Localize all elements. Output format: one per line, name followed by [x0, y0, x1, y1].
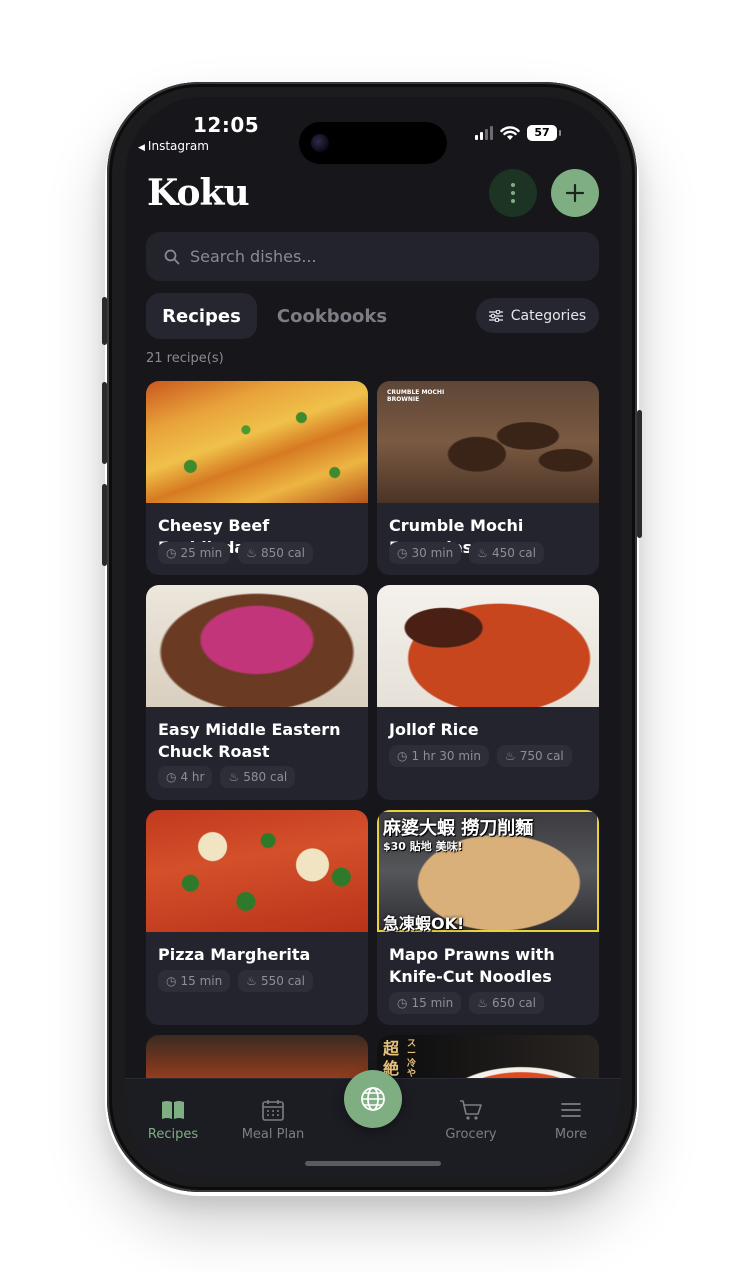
nav-more[interactable]: More: [526, 1099, 616, 1142]
book-icon: [162, 1101, 184, 1119]
status-icons: 57: [475, 124, 561, 142]
nav-label: Grocery: [445, 1127, 497, 1142]
flame-icon: ♨: [477, 546, 488, 560]
signal-icon: [475, 126, 493, 140]
categories-button[interactable]: Categories: [476, 298, 599, 333]
recipe-meta: ◷ 25 min ♨ 850 cal: [158, 542, 313, 564]
recipe-card[interactable]: CRUMBLE MOCHIBROWNIE Crumble Mochi Brown…: [377, 381, 599, 575]
image-caption: 急凍蝦OK!: [383, 914, 465, 933]
recipe-meta: ◷ 30 min ♨ 450 cal: [389, 542, 544, 564]
flame-icon: ♨: [505, 749, 516, 763]
flame-icon: ♨: [246, 974, 257, 988]
volume-up-button: [102, 382, 107, 464]
calendar-icon: [262, 1100, 284, 1121]
image-caption: 麻婆大蝦 撈刀削麵: [383, 818, 534, 839]
time-badge: ◷ 30 min: [389, 542, 462, 564]
battery-icon: 57: [527, 125, 561, 141]
recipe-image: CRUMBLE MOCHI BROWNIE: [377, 381, 599, 503]
recipe-title: Pizza Margherita: [158, 945, 311, 964]
recipe-image: 麻婆大蝦 撈刀削麵 $30 貼地 美味! 急凍蝦OK!: [377, 810, 599, 933]
recipe-meta: ◷ 15 min ♨ 650 cal: [389, 992, 544, 1014]
recipe-card[interactable]: Pizza Margherita ◷ 15 min ♨ 550 cal: [146, 810, 368, 1025]
camera-icon: [311, 134, 329, 152]
recipe-image: [146, 810, 368, 932]
time-badge: ◷ 4 hr: [158, 766, 213, 788]
clock-icon: ◷: [166, 974, 177, 988]
discover-button[interactable]: [344, 1070, 402, 1128]
back-app-label: Instagram: [147, 139, 209, 153]
nav-recipes[interactable]: Recipes: [128, 1099, 218, 1142]
calorie-badge: ♨ 750 cal: [497, 745, 572, 767]
globe-icon: [361, 1087, 385, 1111]
back-to-app-link[interactable]: ◀ Instagram: [138, 139, 209, 153]
recipe-image: [377, 585, 599, 707]
recipe-meta: ◷ 15 min ♨ 550 cal: [158, 970, 313, 992]
calorie-badge: ♨ 850 cal: [238, 542, 313, 564]
nav-grocery[interactable]: Grocery: [426, 1099, 516, 1142]
more-options-button[interactable]: [489, 169, 537, 217]
app-screen: 12:05 ◀Instagram 57 Koku Recipes C: [125, 97, 621, 1177]
calorie-badge: ♨ 450 cal: [469, 542, 544, 564]
recipe-count: 21 recipe(s): [146, 351, 224, 366]
wifi-icon: [500, 125, 520, 140]
cart-icon: [460, 1100, 482, 1120]
flame-icon: ♨: [228, 770, 240, 784]
tab-cookbooks[interactable]: Cookbooks: [267, 293, 397, 339]
time-badge: ◷ 1 hr 30 min: [389, 745, 489, 767]
calorie-badge: ♨ 550 cal: [238, 970, 313, 992]
menu-icon: [561, 1103, 581, 1117]
volume-down-button: [102, 484, 107, 566]
back-triangle-icon: ◀: [138, 143, 145, 153]
recipe-card[interactable]: Easy Middle Eastern Chuck Roast ◷ 4 hr ♨ 5…: [146, 585, 368, 800]
recipe-title: Jollof Rice: [389, 720, 479, 739]
tab-recipes[interactable]: Recipes: [146, 293, 257, 339]
clock-icon: ◷: [397, 546, 408, 560]
recipe-card[interactable]: 麻婆大蝦 撈刀削麵 $30 貼地 美味! 急凍蝦OK! Mapo Prawns …: [377, 810, 599, 1025]
recipe-title: Mapo Prawns with Knife-Cut Noodles: [389, 945, 555, 986]
status-time: 12:05: [193, 113, 260, 137]
calorie-badge: ♨ 580 cal: [220, 766, 296, 788]
flame-icon: ♨: [246, 546, 257, 560]
image-caption: $30 貼地 美味!: [383, 840, 463, 853]
app-title: Koku: [147, 172, 250, 214]
clock-icon: ◷: [166, 546, 177, 560]
image-caption: CRUMBLE MOCHI BROWNIE: [387, 389, 445, 403]
search-icon: [164, 249, 180, 264]
recipe-card[interactable]: Cheesy Beef Enchiladas ◷25 min ♨850 cal: [146, 381, 368, 575]
clock-icon: ◷: [397, 996, 408, 1010]
categories-label: Categories: [510, 307, 587, 324]
sliders-icon: [488, 309, 503, 322]
power-button: [637, 410, 642, 538]
clock-icon: ◷: [166, 770, 177, 784]
flame-icon: ♨: [477, 996, 488, 1010]
recipe-image: [146, 381, 368, 503]
time-badge: ◷ 15 min: [389, 992, 462, 1014]
clock-icon: ◷: [397, 749, 408, 763]
add-recipe-button[interactable]: [551, 169, 599, 217]
search-input[interactable]: [190, 247, 599, 266]
recipe-card[interactable]: Jollof Rice ◷ 1 hr 30 min ♨ 750 cal: [377, 585, 599, 800]
recipe-image: [146, 585, 368, 707]
home-indicator: [305, 1161, 441, 1166]
nav-label: More: [554, 1127, 588, 1142]
kebab-icon: [511, 183, 515, 203]
nav-label: Meal Plan: [241, 1127, 305, 1142]
time-badge: ◷ 25 min: [158, 542, 231, 564]
plus-icon: [565, 183, 585, 203]
recipe-meta: ◷ 1 hr 30 min ♨ 750 cal: [389, 745, 572, 767]
calorie-badge: ♨ 650 cal: [469, 992, 544, 1014]
action-button: [102, 297, 107, 345]
nav-label: Recipes: [147, 1127, 199, 1142]
dynamic-island: [299, 122, 447, 164]
recipe-title: Easy Middle Eastern Chuck Roast: [158, 720, 341, 761]
time-badge: ◷ 15 min: [158, 970, 231, 992]
search-bar[interactable]: [146, 232, 599, 281]
recipe-meta: ◷ 4 hr ♨ 580 cal: [158, 766, 296, 788]
nav-meal-plan[interactable]: Meal Plan: [228, 1099, 318, 1142]
